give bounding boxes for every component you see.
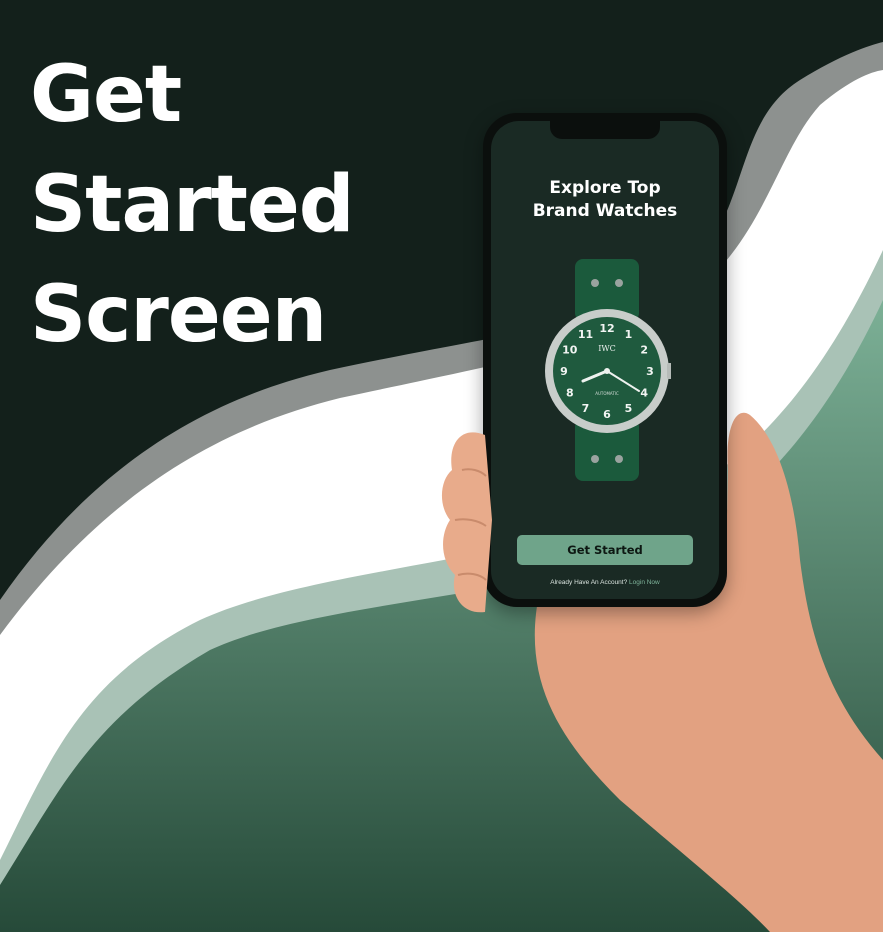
watch-brand: IWC	[598, 344, 616, 353]
dial-number-1: 1	[625, 328, 633, 341]
dial-number-5: 5	[625, 402, 633, 415]
dial-number-2: 2	[640, 344, 648, 357]
headline-line-2: Started	[30, 160, 355, 250]
dial-number-7: 7	[582, 402, 590, 415]
phone-device: Explore Top Brand Watches IWC AUTOMATIC …	[483, 113, 727, 607]
dial-number-9: 9	[560, 365, 568, 378]
already-have-account-text: Already Have An Account?	[550, 579, 628, 586]
promo-canvas: Explore Top Brand Watches IWC AUTOMATIC …	[0, 0, 883, 932]
dial-number-6: 6	[603, 408, 611, 421]
login-prompt: Already Have An Account? Login Now	[491, 579, 719, 586]
dial-number-10: 10	[562, 344, 578, 357]
dial-number-8: 8	[566, 387, 574, 400]
app-screen: Explore Top Brand Watches IWC AUTOMATIC …	[491, 121, 719, 599]
headline: Get Started Screen	[30, 40, 355, 370]
headline-line-3: Screen	[30, 270, 327, 360]
app-title-line2: Brand Watches	[532, 201, 678, 221]
phone-notch	[550, 121, 660, 139]
get-started-button[interactable]: Get Started	[517, 535, 693, 565]
dial-number-11: 11	[578, 328, 593, 341]
watch-crown	[667, 363, 671, 379]
app-title: Explore Top Brand Watches	[491, 177, 719, 223]
dial-number-12: 12	[599, 322, 614, 335]
dial-number-4: 4	[640, 387, 648, 400]
login-now-link[interactable]: Login Now	[629, 579, 660, 586]
headline-line-1: Get	[30, 50, 182, 140]
dial-number-3: 3	[646, 365, 654, 378]
watch-image: IWC AUTOMATIC 12 1234567891011	[545, 259, 671, 481]
app-title-line1: Explore Top	[549, 178, 661, 198]
watch-caption: AUTOMATIC	[595, 391, 619, 396]
